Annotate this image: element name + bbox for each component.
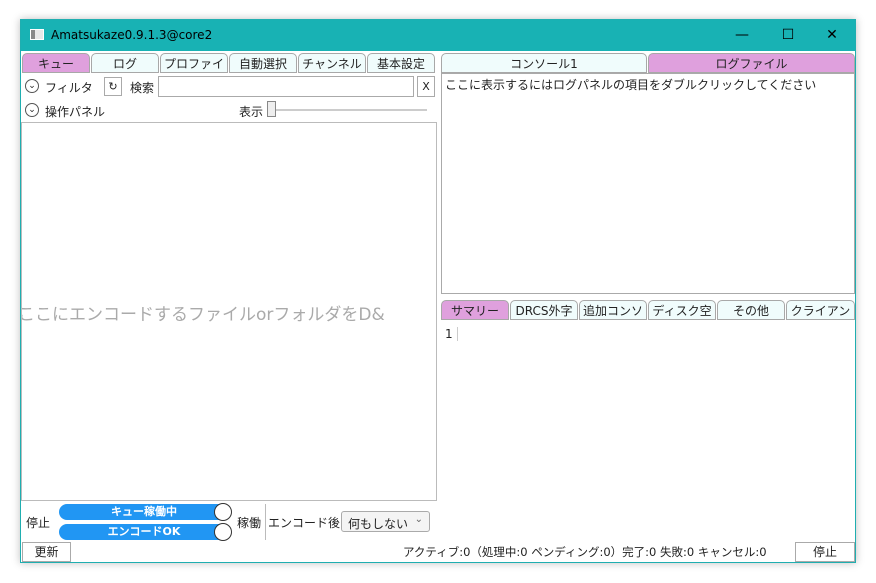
run-label: 稼働: [237, 516, 262, 530]
display-label: 表示: [239, 105, 264, 119]
title-bar[interactable]: Amatsukaze0.9.1.3@core2 — ☐ ✕: [21, 20, 855, 51]
refresh-button[interactable]: 更新: [22, 542, 71, 562]
after-encode-value: 何もしない: [348, 517, 409, 531]
chevron-down-icon: ⌄: [414, 514, 423, 525]
stop-button[interactable]: 停止: [795, 542, 855, 562]
tab-other[interactable]: その他: [717, 300, 785, 320]
tab-channel[interactable]: チャンネル: [298, 53, 366, 73]
queue-toggle-knob[interactable]: [214, 503, 232, 521]
display-slider-thumb[interactable]: [267, 101, 276, 117]
tab-queue[interactable]: キュー: [22, 53, 90, 73]
app-window: Amatsukaze0.9.1.3@core2 — ☐ ✕ キュー ログ プロフ…: [20, 19, 856, 563]
filter-label: フィルタ: [45, 81, 93, 95]
app-icon: [30, 29, 44, 40]
line-number: 1: [445, 327, 453, 341]
tab-summary[interactable]: サマリー: [441, 300, 509, 320]
tab-console1[interactable]: コンソール1: [441, 53, 647, 73]
tab-auto-select[interactable]: 自動選択: [229, 53, 297, 73]
line-gutter: [457, 327, 458, 341]
tab-disk-space[interactable]: ディスク空: [648, 300, 716, 320]
operation-panel-label: 操作パネル: [45, 105, 106, 119]
stop-label: 停止: [26, 516, 51, 530]
drop-hint: ここにエンコードするファイルorフォルダをD&: [21, 305, 385, 325]
log-panel[interactable]: ここに表示するにはログパネルの項目をダブルクリックしてください: [441, 73, 855, 294]
tab-client[interactable]: クライアン: [786, 300, 855, 320]
display-slider-track[interactable]: [267, 109, 427, 111]
window-title: Amatsukaze0.9.1.3@core2: [51, 28, 213, 42]
tab-drcs[interactable]: DRCS外字: [510, 300, 578, 320]
close-button[interactable]: ✕: [809, 20, 855, 51]
after-encode-select[interactable]: 何もしない ⌄: [341, 511, 430, 532]
status-text: アクティブ:0（処理中:0 ペンディング:0）完了:0 失敗:0 キャンセル:0: [403, 545, 767, 559]
log-hint: ここに表示するにはログパネルの項目をダブルクリックしてください: [445, 78, 817, 92]
panel-expand-icon[interactable]: ⌄: [25, 103, 39, 117]
search-input[interactable]: [158, 76, 414, 97]
search-clear-button[interactable]: X: [417, 76, 435, 97]
tab-log[interactable]: ログ: [91, 53, 159, 73]
minimize-button[interactable]: —: [719, 20, 765, 51]
queue-running-toggle[interactable]: キュー稼働中: [59, 504, 229, 520]
queue-drop-area[interactable]: ここにエンコードするファイルorフォルダをD&: [21, 122, 437, 501]
filter-expand-icon[interactable]: ⌄: [25, 79, 39, 93]
divider: [265, 504, 266, 540]
encode-toggle-knob[interactable]: [214, 523, 232, 541]
refresh-icon[interactable]: ↻: [104, 77, 122, 96]
summary-panel[interactable]: 1: [441, 321, 855, 539]
after-encode-label: エンコード後: [268, 516, 341, 530]
maximize-button[interactable]: ☐: [765, 20, 811, 51]
tab-log-file[interactable]: ログファイル: [648, 53, 855, 73]
search-label: 検索: [130, 81, 155, 95]
tab-profile[interactable]: プロファイ: [160, 53, 228, 73]
tab-basic-settings[interactable]: 基本設定: [367, 53, 435, 73]
encode-ok-toggle[interactable]: エンコードOK: [59, 524, 229, 540]
tab-add-console[interactable]: 追加コンソ: [579, 300, 647, 320]
